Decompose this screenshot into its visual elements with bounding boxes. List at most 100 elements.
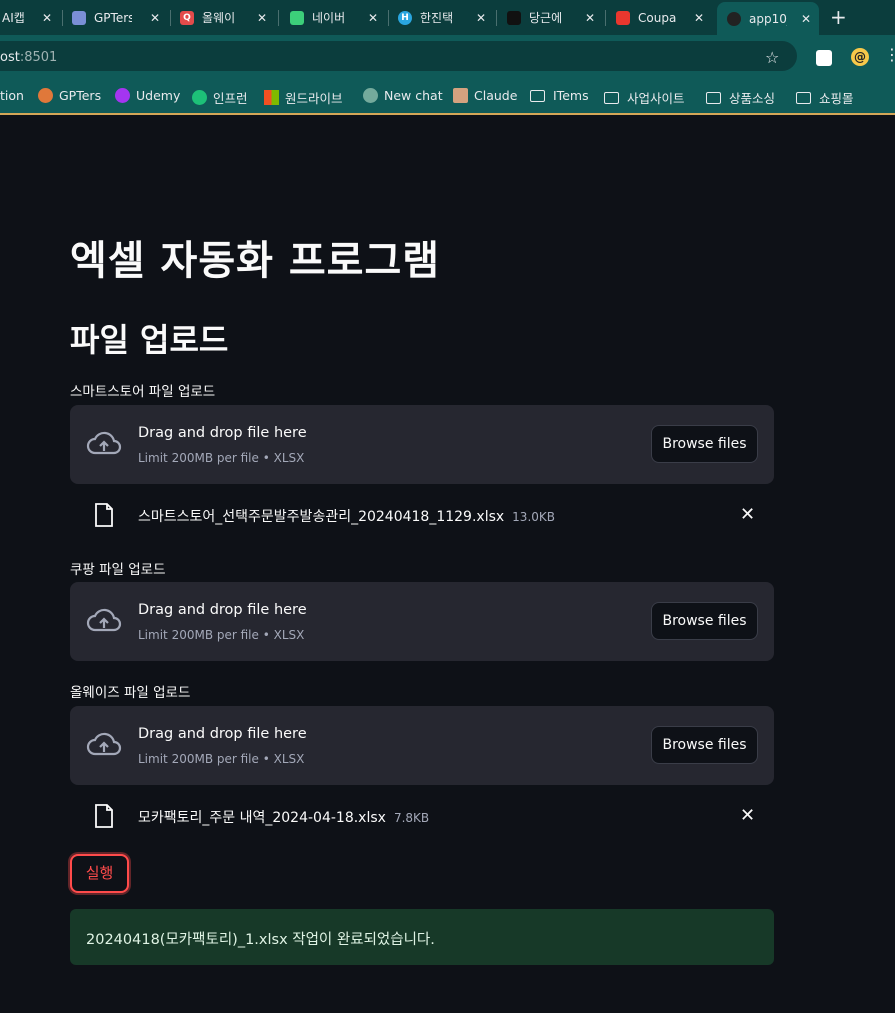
tab-title: 네이버 [312,11,346,25]
folder-icon [706,91,721,104]
bookmark-item[interactable]: tion [0,88,24,103]
tab-hanjin[interactable]: H 한진택 ✕ [398,4,494,31]
bookmark-folder[interactable]: 상품소싱 [706,88,775,107]
dropzone-title: Drag and drop file here [138,602,307,618]
dropzone-coupang[interactable]: Drag and drop file here Limit 200MB per … [70,582,774,661]
bookmarks-bar: tion GPTers Udemy 인프런 원드라이브 New chat Cla… [0,77,895,115]
close-icon[interactable]: ✕ [585,11,595,25]
more-menu-icon[interactable]: ⋮ [884,45,895,64]
remove-file-close-icon[interactable]: ✕ [740,504,755,525]
browse-files-button[interactable]: Browse files [651,425,758,463]
bookmark-folder[interactable]: 사업사이트 [604,88,685,107]
bookmark-label: Claude [474,88,518,103]
coupang-icon [616,10,630,25]
karrot-icon [507,10,521,25]
bookmark-item[interactable]: Udemy [115,88,180,103]
uploader-label-smartstore: 스마트스토어 파일 업로드 [70,384,216,400]
tab-ai[interactable]: AI캡 ✕ [0,4,60,31]
tab-karrot[interactable]: 당근에 ✕ [507,4,603,31]
bookmark-item[interactable]: Claude [453,88,517,103]
bookmark-label: ITems [553,88,589,103]
bookmark-label: 원드라이브 [285,91,343,106]
extension-at-icon[interactable]: @ [851,48,869,66]
claude-icon [453,88,468,103]
cloud-upload-icon [86,608,122,632]
bookmark-folder[interactable]: 쇼핑몰 [796,88,854,107]
tab-naver[interactable]: 네이버 ✕ [290,4,386,31]
browse-files-button[interactable]: Browse files [651,726,758,764]
bookmark-star-icon[interactable]: ☆ [765,48,779,67]
bookmark-label: tion [0,88,24,103]
uploaded-file-row: 스마트스토어_선택주문발주발송관리_20240418_1129.xlsx 13.0… [70,496,774,532]
success-message: 20240418(모카팩토리)_1.xlsx 작업이 완료되었습니다. [86,932,435,948]
tab-title: AI캡 [2,11,25,25]
close-icon[interactable]: ✕ [801,12,811,26]
bookmark-folder[interactable]: ITems [530,88,589,103]
bookmark-label: 상품소싱 [729,91,776,106]
bookmark-label: 사업사이트 [627,91,685,106]
dropzone-limit: Limit 200MB per file • XLSX [138,628,305,642]
url-host: ost [0,50,20,65]
bookmark-label: New chat [384,88,443,103]
tab-title: 당근에 [529,11,563,25]
tab-app-active[interactable]: app10_ ✕ [717,2,819,35]
folder-icon [530,89,545,102]
tab-title: app10_ [749,11,787,26]
udemy-icon [115,88,130,103]
dropzone-allways[interactable]: Drag and drop file here Limit 200MB per … [70,706,774,785]
new-tab-icon[interactable]: + [830,5,847,29]
page-title: 엑셀 자동화 프로그램 [70,238,441,284]
bookmark-label: 인프런 [213,91,248,106]
file-icon [95,503,113,527]
allways-icon: Q [180,10,194,25]
bookmark-label: GPTers [59,88,102,103]
chatgpt-icon [363,88,378,103]
bookmark-label: 쇼핑몰 [819,91,854,106]
naver-icon [290,10,304,25]
onedrive-icon [264,90,279,105]
dropzone-title: Drag and drop file here [138,726,307,742]
bookmark-item[interactable]: New chat [363,88,443,103]
inflearn-icon [192,90,207,105]
section-heading: 파일 업로드 [70,321,229,359]
tab-title: GPTers [94,10,132,25]
extension-icon[interactable] [816,50,832,66]
hanjin-icon: H [398,10,412,25]
bookmark-item[interactable]: 인프런 [192,88,248,107]
dropzone-limit: Limit 200MB per file • XLSX [138,451,305,465]
close-icon[interactable]: ✕ [42,11,52,25]
close-icon[interactable]: ✕ [257,11,267,25]
dropzone-title: Drag and drop file here [138,425,307,441]
folder-icon [796,91,811,104]
cloud-upload-icon [86,431,122,455]
close-icon[interactable]: ✕ [150,11,160,25]
bookmark-item[interactable]: GPTers [38,88,101,103]
close-icon[interactable]: ✕ [368,11,378,25]
tab-coupang[interactable]: Coupar ✕ [616,4,712,31]
url-port: :8501 [19,50,58,65]
file-name: 스마트스토어_선택주문발주발송관리_20240418_1129.xlsx [138,509,505,525]
gpters-icon [38,88,53,103]
bookmark-item[interactable]: 원드라이브 [264,88,343,107]
remove-file-close-icon[interactable]: ✕ [740,805,755,826]
bookmark-label: Udemy [136,88,181,103]
browser-tab-bar: AI캡 ✕ GPTers ✕ Q 올웨이 ✕ 네이버 ✕ H 한진택 ✕ 당근에… [0,0,895,35]
uploader-label-coupang: 쿠팡 파일 업로드 [70,562,166,578]
uploaded-file-row: 모카팩토리_주문 내역_2024-04-18.xlsx 7.8KB ✕ [70,797,774,833]
folder-icon [604,91,619,104]
tab-allways[interactable]: Q 올웨이 ✕ [180,4,275,31]
tab-title: Coupar [638,10,676,25]
cloud-upload-icon [86,732,122,756]
close-icon[interactable]: ✕ [694,11,704,25]
uploader-label-allways: 올웨이즈 파일 업로드 [70,685,191,701]
tab-title: 한진택 [420,11,454,25]
tab-gpters[interactable]: GPTers ✕ [72,4,168,31]
tab-title: 올웨이 [202,11,236,25]
url-text[interactable]: ost:8501 [0,50,57,65]
url-field[interactable] [0,41,797,71]
close-icon[interactable]: ✕ [476,11,486,25]
file-name: 모카팩토리_주문 내역_2024-04-18.xlsx [138,810,386,826]
browse-files-button[interactable]: Browse files [651,602,758,640]
run-button[interactable]: 실행 [70,854,129,893]
dropzone-smartstore[interactable]: Drag and drop file here Limit 200MB per … [70,405,774,484]
